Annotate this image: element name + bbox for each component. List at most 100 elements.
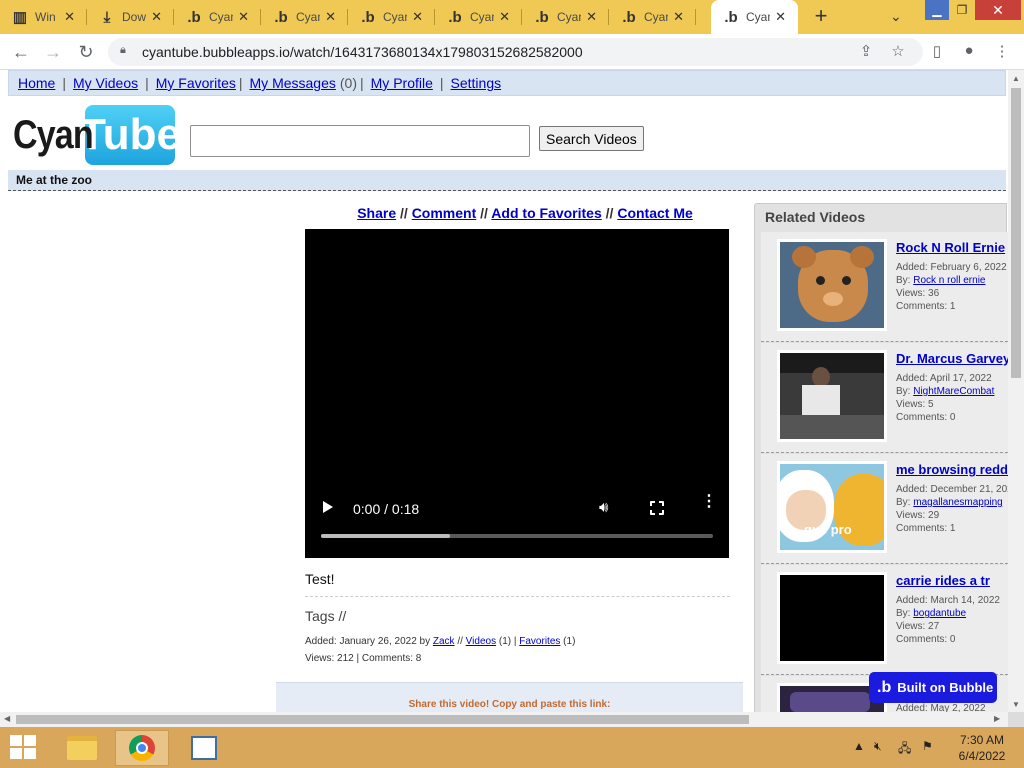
tray-chevron-up-icon[interactable]: ▲ (853, 739, 865, 753)
forward-arrow-icon[interactable]: → (42, 42, 64, 62)
more-options-icon[interactable]: ⋮ (701, 494, 717, 510)
uploader-link[interactable]: magallanesmapping (913, 497, 1003, 508)
back-arrow-icon[interactable]: ← (10, 42, 32, 62)
network-icon[interactable]: 🖧︎ (898, 739, 911, 760)
browser-tab-active[interactable]: .b Cyan ✕ (711, 0, 798, 34)
browser-tab[interactable]: ⤓ Dow ✕ (87, 0, 174, 34)
related-video-title[interactable]: Rock N Roll Ernie (896, 240, 1008, 255)
close-window-button[interactable]: ✕ (975, 0, 1021, 20)
browser-tab[interactable]: .b Cyan ✕ (435, 0, 522, 34)
scroll-left-icon[interactable]: ◀ (4, 714, 10, 723)
category-link[interactable]: Videos (466, 636, 496, 647)
video-search-input[interactable] (190, 125, 530, 157)
scrollbar-corner (1008, 712, 1024, 727)
nav-home-link[interactable]: Home (18, 75, 55, 91)
kebab-menu-icon[interactable]: ⋮ (992, 42, 1012, 60)
built-on-bubble-badge[interactable]: .b Built on Bubble (869, 672, 997, 703)
uploader-link[interactable]: NightMareCombat (913, 386, 994, 397)
video-thumbnail[interactable] (777, 572, 887, 664)
control-panel-icon[interactable] (177, 730, 231, 766)
side-panel-icon[interactable]: ▯ (927, 42, 947, 60)
close-icon[interactable]: ✕ (325, 10, 336, 24)
uploader-link[interactable]: bogdantube (913, 608, 966, 619)
system-clock[interactable]: 7:30 AM 6/4/2022 (952, 732, 1012, 764)
volume-muted-icon[interactable]: 🔇︎ (874, 739, 882, 754)
browser-tab-strip: ▥ Win ✕ ⤓ Dow ✕ .b Cyan ✕ .b Cyan ✕ .b C… (0, 0, 1024, 34)
video-progress-bar[interactable] (321, 534, 713, 538)
browser-tab[interactable]: ▥ Win ✕ (0, 0, 87, 34)
browser-tab[interactable]: .b Cyan ✕ (348, 0, 435, 34)
favorites-link[interactable]: Favorites (519, 636, 560, 647)
profile-avatar-icon[interactable]: ● (959, 42, 979, 59)
horizontal-scrollbar[interactable]: ◀ ▶ (0, 712, 1008, 727)
share-icon[interactable]: ⇪ (856, 42, 876, 60)
minimize-window-button[interactable]: ▁ (925, 0, 949, 20)
related-video-title[interactable]: carrie rides a tr (896, 573, 1008, 588)
reload-icon[interactable]: ↻ (75, 42, 97, 62)
close-icon[interactable]: ✕ (499, 10, 510, 24)
star-icon[interactable]: ☆ (888, 42, 908, 60)
video-description: Test! (305, 571, 335, 587)
close-icon[interactable]: ✕ (586, 10, 597, 24)
author-link[interactable]: Zack (433, 636, 455, 647)
clock-time: 7:30 AM (959, 733, 1005, 747)
share-link[interactable]: Share (357, 205, 396, 221)
related-video-item[interactable]: que pro me browsing reddit Added: Decemb… (761, 454, 1008, 564)
contact-me-link[interactable]: Contact Me (617, 205, 692, 221)
scroll-right-icon[interactable]: ▶ (994, 714, 1000, 723)
close-icon[interactable]: ✕ (673, 10, 684, 24)
tab-title: Cyan (470, 10, 494, 24)
divider (305, 596, 730, 597)
chevron-down-icon[interactable]: ⌄ (890, 8, 902, 25)
video-thumbnail[interactable] (777, 350, 887, 442)
related-video-item[interactable]: Dr. Marcus Garvey Added: April 17, 2022 … (761, 343, 1008, 453)
close-icon[interactable]: ✕ (151, 10, 162, 24)
nav-my-favorites-link[interactable]: My Favorites (156, 75, 236, 91)
windows-start-icon[interactable] (10, 735, 38, 761)
browser-tab[interactable]: .b Cyan ✕ (261, 0, 348, 34)
nav-my-messages-link[interactable]: My Messages (250, 75, 336, 91)
scroll-up-icon[interactable]: ▲ (1012, 74, 1020, 83)
tab-title: Cyan (746, 10, 770, 24)
restore-window-button[interactable]: ❐ (950, 0, 974, 20)
video-meta: Added: January 26, 2022 by Zack // Video… (305, 633, 575, 667)
comment-link[interactable]: Comment (412, 205, 477, 221)
browser-tab[interactable]: .b Cyan ✕ (522, 0, 609, 34)
action-center-icon[interactable]: ⚑ (922, 739, 933, 753)
scrollbar-thumb[interactable] (16, 715, 749, 724)
related-video-item[interactable]: carrie rides a tr Added: March 14, 2022 … (761, 565, 1008, 675)
scrollbar-thumb[interactable] (1011, 88, 1021, 378)
new-tab-icon[interactable]: + (810, 5, 832, 27)
windows-taskbar: ▲ 🔇︎ 🖧︎ ⚑ 7:30 AM 6/4/2022 (0, 727, 1024, 768)
browser-tab[interactable]: .b Cyan ✕ (174, 0, 261, 34)
thumbnail-caption: que pro (804, 522, 852, 537)
related-video-title[interactable]: Dr. Marcus Garvey (896, 351, 1008, 366)
address-bar[interactable]: 🔒︎ cyantube.bubbleapps.io/watch/16431736… (108, 38, 923, 66)
nav-my-videos-link[interactable]: My Videos (73, 75, 138, 91)
video-player[interactable]: 0:00 / 0:18 🔊︎ ⋮ (305, 229, 729, 558)
bubble-icon: .b (622, 8, 636, 26)
close-icon[interactable]: ✕ (64, 10, 75, 24)
close-icon[interactable]: ✕ (412, 10, 423, 24)
video-thumbnail[interactable]: que pro (777, 461, 887, 553)
site-navigation: Home | My Videos | My Favorites | My Mes… (8, 70, 1006, 96)
volume-icon[interactable]: 🔊︎ (599, 499, 608, 516)
cyantube-logo[interactable]: Cyan Tube (13, 104, 181, 166)
close-icon[interactable]: ✕ (775, 10, 786, 24)
video-thumbnail[interactable] (777, 239, 887, 331)
vertical-scrollbar[interactable]: ▲ ▼ (1008, 70, 1024, 712)
uploader-link[interactable]: Rock n roll ernie (913, 275, 985, 286)
related-video-item[interactable]: Rock N Roll Ernie Added: February 6, 202… (761, 232, 1008, 342)
fullscreen-icon[interactable] (649, 500, 665, 516)
close-icon[interactable]: ✕ (238, 10, 249, 24)
file-explorer-icon[interactable] (55, 730, 109, 766)
nav-my-profile-link[interactable]: My Profile (371, 75, 433, 91)
search-videos-button[interactable]: Search Videos (539, 126, 644, 151)
nav-settings-link[interactable]: Settings (451, 75, 502, 91)
related-video-title[interactable]: me browsing reddit (896, 462, 1008, 477)
play-icon[interactable] (323, 501, 333, 513)
add-to-favorites-link[interactable]: Add to Favorites (491, 205, 601, 221)
scroll-down-icon[interactable]: ▼ (1012, 700, 1020, 709)
browser-tab[interactable]: .b Cyan ✕ (609, 0, 696, 34)
chrome-icon[interactable] (115, 730, 169, 766)
